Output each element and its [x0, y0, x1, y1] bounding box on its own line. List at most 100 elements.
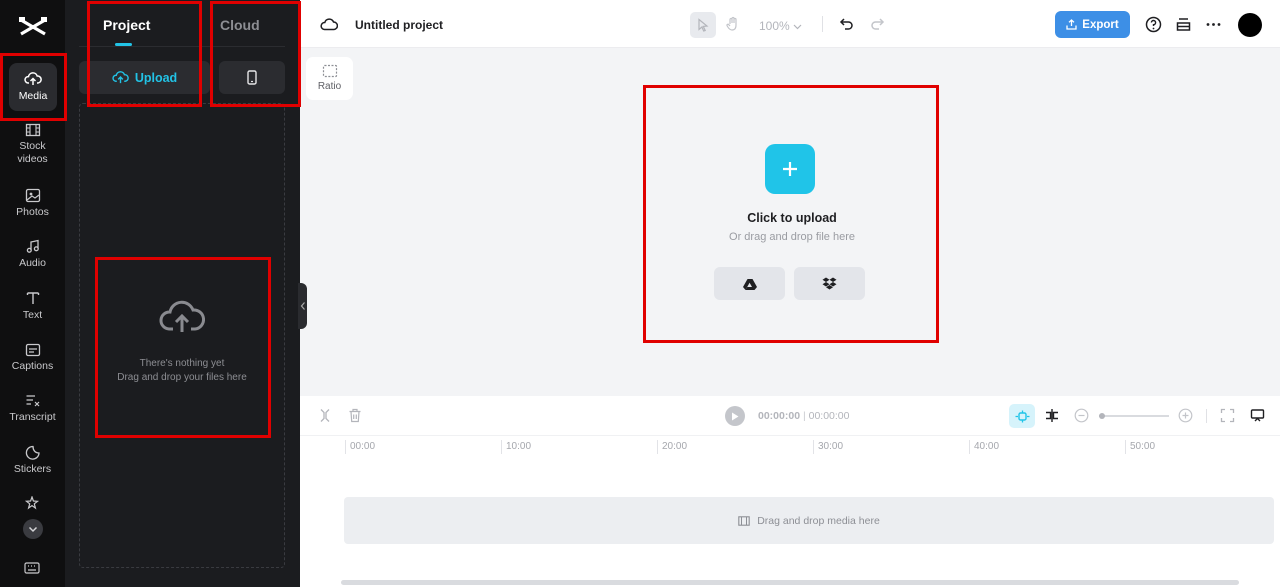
- layers-icon[interactable]: [1175, 16, 1192, 33]
- panel-collapse-handle[interactable]: [298, 283, 307, 329]
- more-options-icon[interactable]: [1205, 16, 1222, 33]
- capcut-logo-icon: [19, 17, 47, 36]
- google-drive-icon: [742, 278, 757, 290]
- play-button[interactable]: [725, 406, 745, 426]
- top-bar: Untitled project 100% Export: [300, 0, 1280, 48]
- rail-item-label: Transcript: [9, 411, 56, 423]
- ruler-label: 20:00: [657, 440, 687, 454]
- export-button[interactable]: Export: [1055, 11, 1130, 38]
- rail-item-stock-videos[interactable]: Stock videos: [0, 123, 65, 166]
- image-icon: [25, 188, 40, 203]
- music-note-icon: [26, 239, 39, 253]
- effects-icon[interactable]: [25, 496, 41, 511]
- rail-item-captions[interactable]: Captions: [0, 343, 65, 373]
- timeline: 00:00:00 | 00:00:00 00:00 10:00 20:00 30…: [300, 396, 1280, 587]
- tab-cloud[interactable]: Cloud: [220, 17, 260, 33]
- help-icon[interactable]: [1145, 16, 1162, 33]
- keyboard-icon[interactable]: [24, 562, 40, 574]
- rail-item-label: Audio: [19, 257, 46, 269]
- phone-icon: [247, 70, 257, 85]
- redo-icon[interactable]: [869, 16, 885, 32]
- timeline-scrollbar[interactable]: [341, 580, 1239, 585]
- plus-icon: [783, 162, 797, 176]
- tab-project[interactable]: Project: [103, 17, 150, 33]
- magnet-icon: [1015, 410, 1029, 422]
- empty-state-hint: Drag and drop your files here: [117, 372, 247, 383]
- rail-item-label: Stickers: [13, 463, 52, 475]
- undo-icon[interactable]: [839, 16, 855, 32]
- project-title[interactable]: Untitled project: [355, 18, 443, 32]
- ratio-label: Ratio: [317, 81, 342, 92]
- phone-upload-button[interactable]: [219, 61, 285, 94]
- rail-item-stickers[interactable]: Stickers: [0, 445, 65, 476]
- trash-icon[interactable]: [348, 408, 362, 423]
- upload-button[interactable]: Upload: [79, 61, 210, 94]
- fit-to-screen-icon[interactable]: [1220, 408, 1235, 423]
- captions-icon: [25, 343, 40, 357]
- empty-state-title: There's nothing yet: [139, 358, 225, 369]
- canvas-upload-area[interactable]: Click to upload Or drag and drop file he…: [646, 88, 938, 340]
- zoom-slider-handle[interactable]: [1099, 413, 1105, 419]
- chevron-down-icon: [793, 24, 802, 30]
- panel-divider: [79, 46, 285, 47]
- align-icon[interactable]: [1044, 408, 1060, 423]
- zoom-in-icon[interactable]: [1178, 408, 1193, 423]
- rail-item-transcript[interactable]: Transcript: [0, 394, 65, 424]
- media-track-dropzone[interactable]: Drag and drop media here: [344, 497, 1274, 544]
- film-icon: [25, 123, 40, 137]
- aspect-ratio-icon: [322, 64, 337, 78]
- transcript-icon: [26, 395, 39, 407]
- rail-item-photos[interactable]: Photos: [0, 188, 65, 219]
- sticker-icon: [25, 445, 40, 460]
- current-time: 00:00:00: [758, 410, 801, 422]
- cloud-upload-icon: [24, 72, 42, 85]
- auto-snap-button[interactable]: [1009, 404, 1035, 428]
- ruler-label: 00:00: [345, 440, 375, 454]
- split-icon[interactable]: [319, 408, 331, 423]
- preview-icon[interactable]: [1250, 408, 1265, 423]
- rail-item-label: Stock videos: [17, 140, 48, 165]
- cloud-save-icon[interactable]: [320, 17, 338, 31]
- ruler-label: 50:00: [1125, 440, 1155, 454]
- toolbar-divider: [822, 16, 823, 32]
- toolbar-divider: [1206, 409, 1207, 423]
- chevron-left-icon: [300, 302, 305, 310]
- avatar[interactable]: [1238, 13, 1262, 37]
- google-drive-button[interactable]: [714, 267, 785, 300]
- hand-tool-icon[interactable]: [725, 16, 741, 32]
- play-icon: [732, 412, 739, 420]
- time-separator-icon: |: [802, 410, 806, 422]
- left-rail: Media Stock videos Photos Audio Text Cap…: [0, 0, 65, 587]
- track-hint: Drag and drop media here: [757, 514, 880, 527]
- zoom-select[interactable]: 100%: [759, 19, 802, 33]
- rail-item-media[interactable]: Media: [9, 63, 57, 111]
- rail-item-audio[interactable]: Audio: [0, 239, 65, 270]
- dropbox-icon: [822, 277, 837, 290]
- zoom-value: 100%: [759, 19, 790, 33]
- ruler-label: 30:00: [813, 440, 843, 454]
- ratio-button[interactable]: Ratio: [306, 57, 353, 100]
- upload-label: Upload: [134, 70, 178, 85]
- export-icon: [1066, 19, 1077, 30]
- text-icon: [26, 292, 39, 304]
- chevron-down-icon: [28, 526, 38, 533]
- rail-item-label: Photos: [16, 206, 49, 218]
- zoom-slider-track[interactable]: [1099, 415, 1169, 417]
- cloud-upload-icon: [112, 71, 129, 84]
- dropbox-button[interactable]: [794, 267, 865, 300]
- ruler-label: 40:00: [969, 440, 999, 454]
- zoom-out-icon[interactable]: [1074, 408, 1089, 423]
- select-tool-button[interactable]: [690, 12, 716, 38]
- media-panel: Project Cloud Upload There's nothing yet…: [65, 0, 300, 587]
- upload-subtitle: Or drag and drop file here: [729, 231, 855, 243]
- add-media-button[interactable]: [765, 144, 815, 194]
- cursor-icon: [698, 18, 709, 32]
- timeline-toolbar: 00:00:00 | 00:00:00: [300, 396, 1280, 436]
- rail-item-text[interactable]: Text: [0, 290, 65, 322]
- upload-title: Click to upload: [747, 211, 837, 225]
- ruler-label: 10:00: [501, 440, 531, 454]
- rail-item-label: Media: [18, 90, 48, 102]
- film-icon: [738, 515, 750, 526]
- rail-item-label: Captions: [11, 360, 54, 372]
- rail-expand-button[interactable]: [23, 519, 43, 539]
